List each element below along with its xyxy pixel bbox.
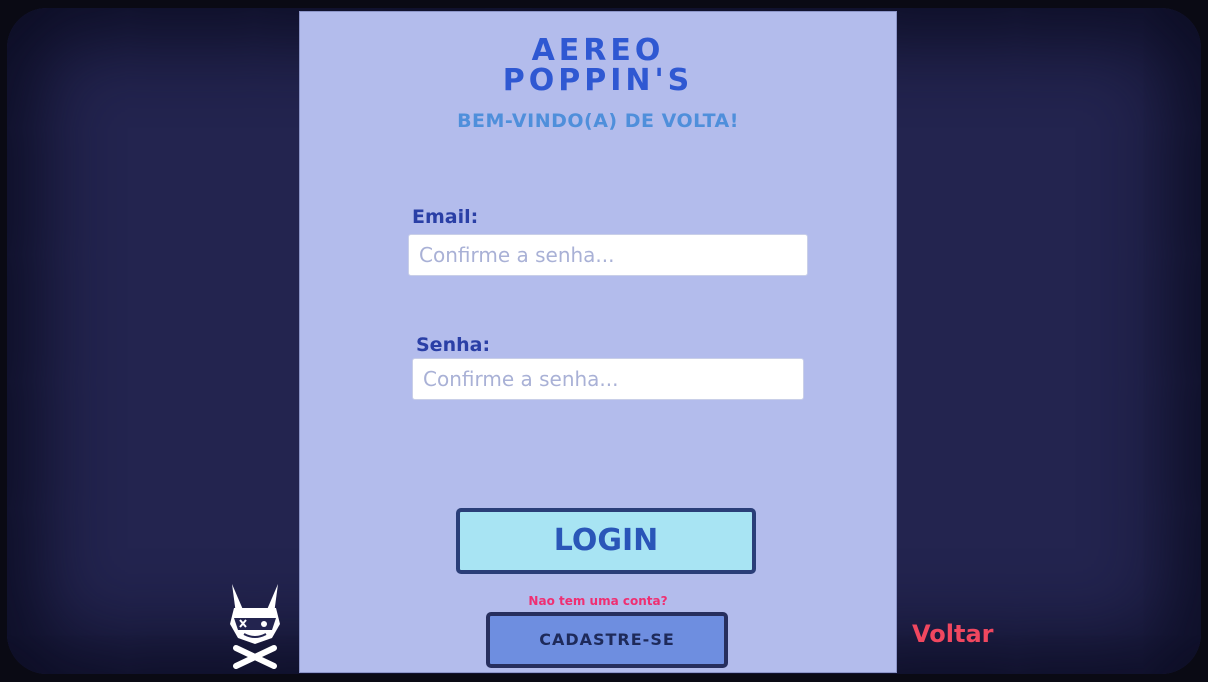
login-button[interactable]: LOGIN	[456, 508, 756, 574]
email-input[interactable]	[408, 234, 808, 276]
no-account-text: Nao tem uma conta?	[528, 594, 668, 608]
password-input[interactable]	[412, 358, 804, 400]
back-link[interactable]: Voltar	[912, 620, 993, 648]
email-label: Email:	[412, 206, 479, 228]
app-title-line1: AEREO	[531, 33, 665, 68]
signup-button[interactable]: CADASTRE-SE	[486, 612, 728, 668]
password-label: Senha:	[416, 334, 491, 356]
login-panel: AEREO POPPIN'S BEM-VINDO(A) DE VOLTA! Em…	[300, 12, 896, 672]
fox-mascot-icon	[222, 578, 288, 670]
welcome-subtitle: BEM-VINDO(A) DE VOLTA!	[457, 110, 739, 132]
app-title-line2: POPPIN'S	[502, 63, 694, 98]
